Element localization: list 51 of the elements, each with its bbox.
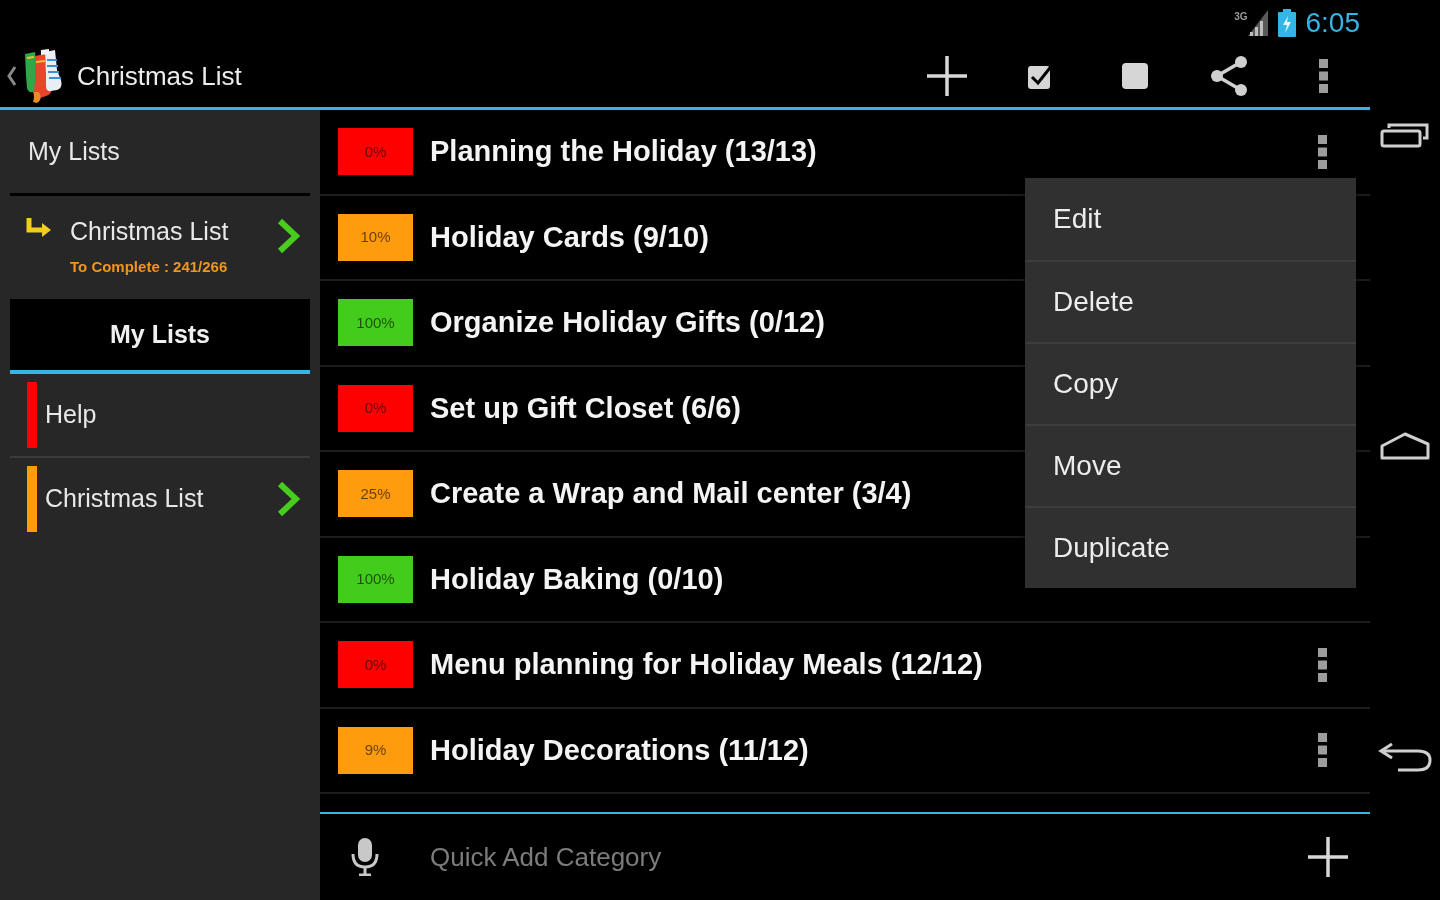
category-title[interactable]: Set up Gift Closet (6/6)	[430, 386, 741, 430]
plus-icon	[927, 56, 967, 96]
menu-item[interactable]: Copy	[1025, 342, 1356, 424]
app-title: Christmas List	[77, 59, 242, 93]
menu-item[interactable]: Delete	[1025, 260, 1356, 342]
empty-square-icon	[1122, 63, 1148, 89]
back-nav-button[interactable]	[1378, 743, 1432, 773]
percent-badge: 0%	[338, 384, 413, 432]
overflow-menu-icon	[1318, 59, 1328, 93]
category-title[interactable]: Create a Wrap and Mail center (3/4)	[430, 472, 912, 516]
percent-badge: 25%	[338, 470, 413, 518]
menu-item[interactable]: Move	[1025, 424, 1356, 506]
back-arrow-icon	[1378, 743, 1432, 773]
list-progress-text: To Complete : 241/266	[70, 257, 229, 277]
percent-badge: 10%	[338, 213, 413, 261]
battery-icon	[1277, 8, 1296, 37]
menu-item[interactable]: Edit	[1025, 178, 1356, 260]
category-title[interactable]: Holiday Baking (0/10)	[430, 557, 724, 601]
sidebar-item[interactable]: Help	[0, 374, 320, 456]
share-icon	[1210, 56, 1248, 96]
quick-add-field[interactable]: Quick Add Category	[430, 827, 1286, 887]
corner-arrow-icon	[26, 218, 52, 238]
recent-apps-icon	[1380, 122, 1430, 148]
home-button[interactable]	[1380, 431, 1430, 460]
sidebar-item[interactable]: Christmas List	[0, 458, 320, 540]
recent-apps-button[interactable]	[1380, 122, 1430, 148]
category-title[interactable]: Holiday Cards (9/10)	[430, 215, 709, 259]
percent-badge: 0%	[338, 128, 413, 176]
plus-icon	[1308, 837, 1348, 877]
sidebar-title: My Lists	[28, 135, 120, 167]
network-type-text: 3G	[1234, 11, 1248, 22]
overflow-menu-icon	[1317, 733, 1327, 768]
current-list-name[interactable]: Christmas List	[70, 216, 229, 246]
percent-badge: 100%	[338, 299, 413, 347]
chevron-right-icon	[276, 218, 300, 254]
section-header: My Lists	[10, 299, 310, 374]
back-chevron-icon	[7, 65, 17, 87]
microphone-icon	[350, 838, 380, 876]
menu-item[interactable]: Duplicate	[1025, 506, 1356, 588]
clock-time: 6:05	[1305, 8, 1360, 37]
percent-badge: 100%	[338, 555, 413, 603]
home-icon	[1380, 431, 1430, 460]
category-title[interactable]: Planning the Holiday (13/13)	[430, 130, 817, 174]
category-title[interactable]: Menu planning for Holiday Meals (12/12)	[430, 643, 983, 687]
category-title[interactable]: Holiday Decorations (11/12)	[430, 728, 809, 772]
percent-badge: 0%	[338, 641, 413, 689]
percent-badge: 9%	[338, 726, 413, 774]
overflow-menu-icon	[1317, 647, 1327, 682]
signal-icon	[1247, 9, 1268, 36]
overflow-menu-icon	[1317, 134, 1327, 169]
category-title[interactable]: Organize Holiday Gifts (0/12)	[430, 301, 825, 345]
